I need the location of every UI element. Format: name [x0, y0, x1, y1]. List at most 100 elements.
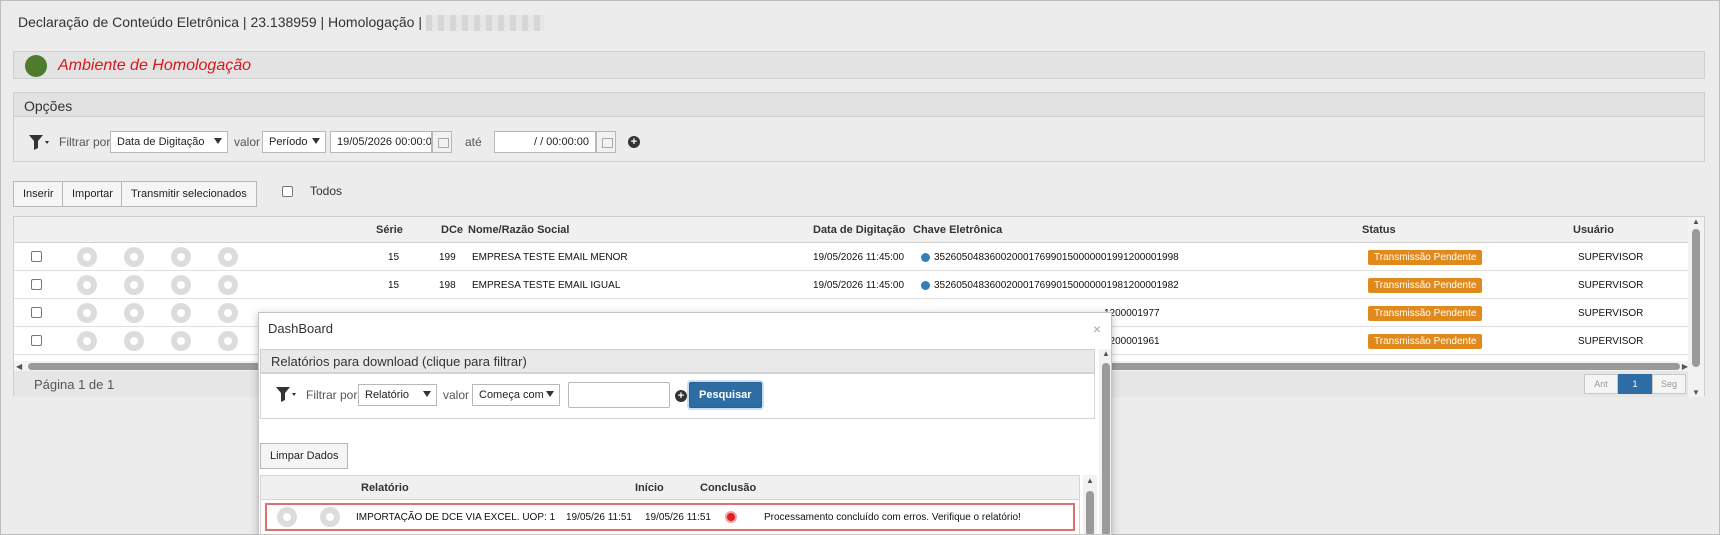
- report-row[interactable]: IMPORTAÇÃO DE DCE VIA EXCEL. UOP: 1 19/0…: [265, 503, 1075, 531]
- key-status-icon: [921, 281, 930, 290]
- column-header-dce[interactable]: DCe: [441, 224, 463, 236]
- table-row[interactable]: 15 198 EMPRESA TESTE EMAIL IGUAL 19/05/2…: [14, 271, 1690, 299]
- scroll-down-icon[interactable]: ▼: [1692, 388, 1700, 397]
- row-checkbox[interactable]: [31, 279, 42, 290]
- scrollbar-thumb[interactable]: [1692, 229, 1700, 367]
- value-label: valor: [234, 135, 261, 149]
- edit-icon[interactable]: [124, 303, 144, 323]
- current-page-button[interactable]: 1: [1618, 374, 1652, 394]
- report-value-operator-select[interactable]: Começa com: [472, 384, 560, 406]
- edit-icon[interactable]: [124, 247, 144, 267]
- send-icon[interactable]: [218, 275, 238, 295]
- row-checkbox[interactable]: [31, 307, 42, 318]
- chevron-down-icon: [312, 138, 320, 144]
- column-header-start[interactable]: Início: [635, 482, 664, 494]
- download-icon[interactable]: [277, 507, 297, 527]
- row-dce: 198: [439, 280, 456, 291]
- row-date: 19/05/2026 11:45:00: [813, 280, 905, 291]
- vertical-scrollbar[interactable]: ▲ ▼: [1688, 217, 1704, 397]
- close-icon[interactable]: ×: [1093, 321, 1101, 337]
- search-button[interactable]: Pesquisar: [689, 382, 762, 408]
- scrollbar-thumb[interactable]: [1102, 363, 1110, 534]
- options-title: Opções: [14, 93, 1704, 117]
- transmit-selected-button[interactable]: Transmitir selecionados: [121, 181, 257, 207]
- edit-icon[interactable]: [124, 275, 144, 295]
- filter-field-select[interactable]: Data de Digitação: [110, 131, 228, 153]
- column-header-name[interactable]: Nome/Razão Social: [468, 224, 569, 236]
- filter-icon[interactable]: [275, 385, 297, 403]
- table-row[interactable]: 15 199 EMPRESA TESTE EMAIL MENOR 19/05/2…: [14, 243, 1690, 271]
- delete-icon[interactable]: [171, 275, 191, 295]
- scroll-up-icon[interactable]: ▲: [1102, 349, 1110, 358]
- row-serie: 15: [388, 252, 400, 263]
- filter-icon[interactable]: [28, 133, 50, 151]
- column-header-report[interactable]: Relatório: [361, 482, 409, 494]
- options-filter-row: Filtrar por Data de Digitação valor Perí…: [14, 131, 1704, 153]
- search-icon[interactable]: [77, 303, 97, 323]
- dialog-vertical-scrollbar[interactable]: ▲: [1099, 349, 1111, 534]
- key-status-icon: [921, 253, 930, 262]
- search-icon[interactable]: [77, 275, 97, 295]
- date-to-input[interactable]: / / 00:00:00: [494, 131, 596, 153]
- status-badge: Transmissão Pendente: [1368, 306, 1483, 321]
- reports-table-header: Relatório Início Conclusão: [261, 476, 1079, 500]
- add-filter-icon[interactable]: +: [675, 390, 687, 402]
- calendar-icon[interactable]: [432, 131, 452, 153]
- row-checkbox[interactable]: [31, 251, 42, 262]
- scroll-left-icon[interactable]: ◀: [16, 362, 22, 371]
- status-badge: Transmissão Pendente: [1368, 250, 1483, 265]
- close-icon[interactable]: [320, 507, 340, 527]
- page-title: Declaração de Conteúdo Eletrônica | 23.1…: [18, 14, 544, 32]
- delete-icon[interactable]: [171, 331, 191, 351]
- select-all-checkbox[interactable]: [282, 186, 293, 197]
- page-info: Página 1 de 1: [34, 377, 115, 392]
- search-icon[interactable]: [77, 331, 97, 351]
- chevron-down-icon: [214, 138, 222, 144]
- send-icon[interactable]: [218, 247, 238, 267]
- filter-by-label: Filtrar por: [59, 135, 111, 149]
- options-panel: Opções Filtrar por Data de Digitação val…: [13, 92, 1705, 162]
- report-filter-field-select[interactable]: Relatório: [358, 384, 437, 406]
- column-header-end[interactable]: Conclusão: [700, 482, 756, 494]
- row-checkbox[interactable]: [31, 335, 42, 346]
- column-header-status[interactable]: Status: [1362, 224, 1396, 236]
- column-header-key[interactable]: Chave Eletrônica: [913, 224, 1002, 236]
- scroll-up-icon[interactable]: ▲: [1086, 476, 1094, 485]
- clear-data-button[interactable]: Limpar Dados: [260, 443, 349, 469]
- column-header-user[interactable]: Usuário: [1573, 224, 1614, 236]
- send-icon[interactable]: [218, 303, 238, 323]
- row-name: EMPRESA TESTE EMAIL MENOR: [472, 252, 628, 263]
- status-badge: Transmissão Pendente: [1368, 334, 1483, 349]
- report-message: Processamento concluído com erros. Verif…: [764, 512, 1021, 523]
- dialog-title: DashBoard: [268, 321, 334, 336]
- send-icon[interactable]: [218, 331, 238, 351]
- add-filter-icon[interactable]: +: [628, 136, 640, 148]
- report-search-input[interactable]: [568, 382, 670, 408]
- prev-page-button[interactable]: Ant: [1584, 374, 1618, 394]
- row-user: SUPERVISOR: [1578, 308, 1644, 319]
- row-date: 19/05/2026 11:45:00: [813, 252, 905, 263]
- error-status-icon: [725, 511, 737, 523]
- scrollbar-thumb[interactable]: [1086, 491, 1094, 534]
- report-start: 19/05/26 11:51: [566, 512, 632, 523]
- scroll-up-icon[interactable]: ▲: [1692, 217, 1700, 226]
- column-header-date[interactable]: Data de Digitação: [813, 224, 905, 236]
- insert-button[interactable]: Inserir: [13, 181, 64, 207]
- edit-icon[interactable]: [124, 331, 144, 351]
- row-key: 1200001961: [1104, 336, 1160, 347]
- delete-icon[interactable]: [171, 247, 191, 267]
- reports-filter-row: Filtrar por Relatório valor Começa com +…: [260, 373, 1095, 419]
- next-page-button[interactable]: Seg: [1652, 374, 1686, 394]
- calendar-icon[interactable]: [596, 131, 616, 153]
- environment-banner: Ambiente de Homologação: [13, 51, 1705, 79]
- row-user: SUPERVISOR: [1578, 280, 1644, 291]
- date-from-input[interactable]: 19/05/2026 00:00:0: [330, 131, 432, 153]
- value-operator-select[interactable]: Período: [262, 131, 326, 153]
- reports-vertical-scrollbar[interactable]: ▲: [1083, 475, 1097, 534]
- reports-section-title[interactable]: Relatórios para download (clique para fi…: [260, 349, 1095, 373]
- search-icon[interactable]: [77, 247, 97, 267]
- report-name: IMPORTAÇÃO DE DCE VIA EXCEL. UOP: 1: [356, 512, 556, 523]
- delete-icon[interactable]: [171, 303, 191, 323]
- column-header-serie[interactable]: Série: [376, 224, 403, 236]
- import-button[interactable]: Importar: [62, 181, 123, 207]
